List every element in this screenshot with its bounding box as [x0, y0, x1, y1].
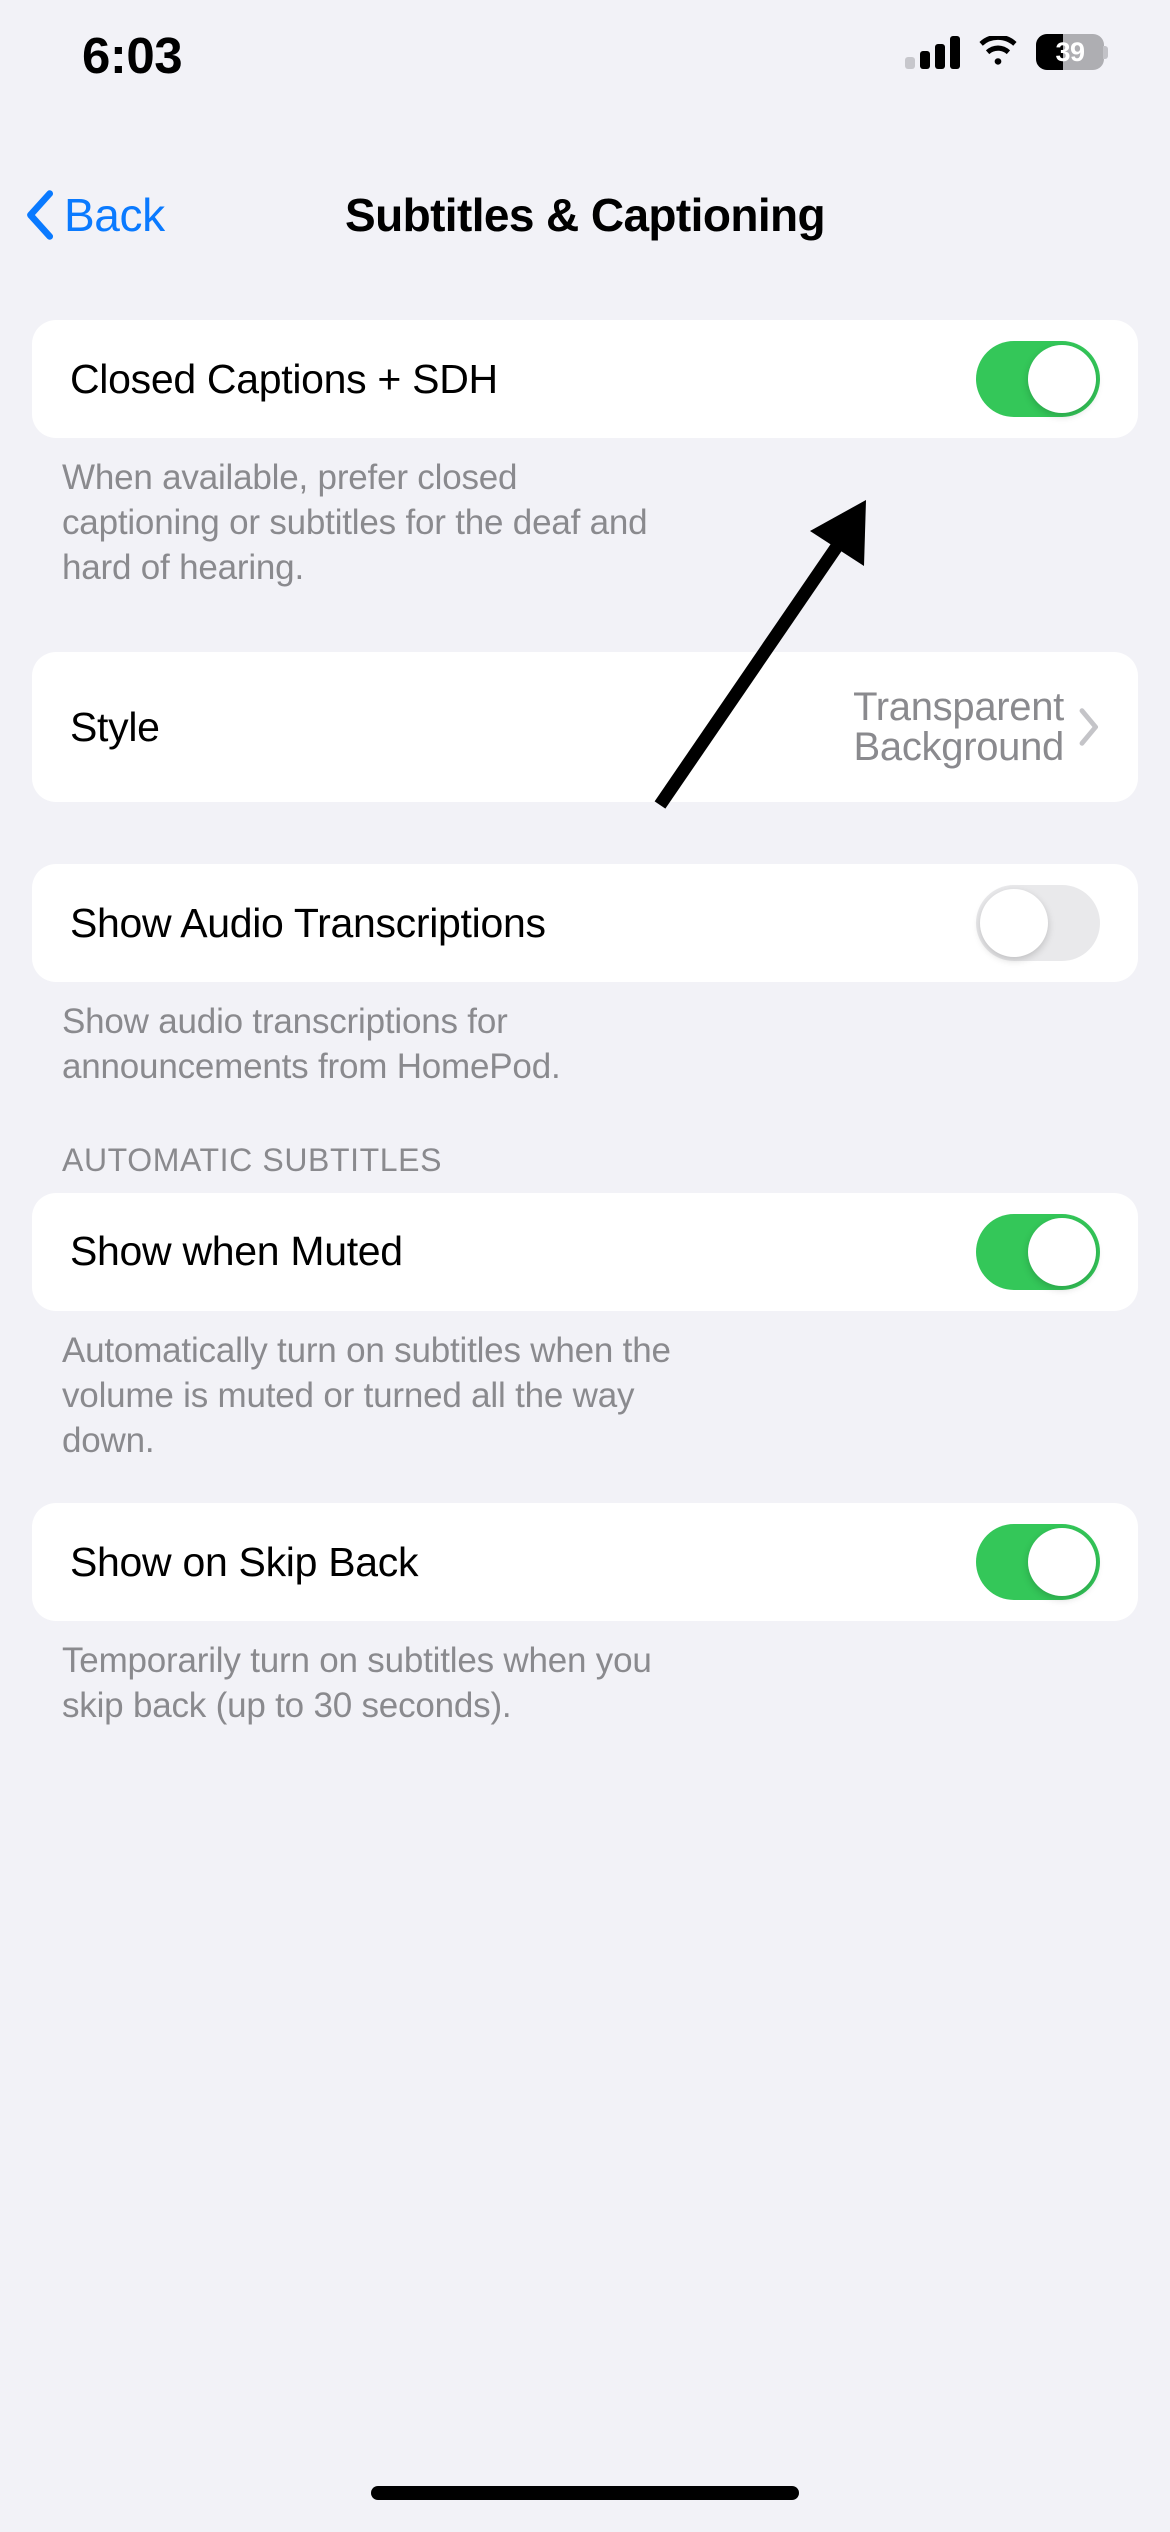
row-show-when-muted[interactable]: Show when Muted — [32, 1193, 1138, 1311]
home-indicator — [371, 2486, 799, 2500]
chevron-left-icon — [27, 190, 54, 240]
toggle-show-when-muted[interactable] — [976, 1213, 1100, 1290]
row-style[interactable]: Style Transparent Background — [32, 652, 1138, 802]
toggle-show-audio-transcriptions[interactable] — [976, 885, 1100, 962]
row-closed-captions-sdh[interactable]: Closed Captions + SDH — [32, 320, 1138, 438]
status-bar-indicators: 39 — [905, 34, 1108, 70]
chevron-right-icon — [1079, 708, 1099, 747]
row-label: Show when Muted — [70, 1228, 403, 1275]
page-title: Subtitles & Captioning — [345, 189, 826, 241]
iphone-screen: 6:03 39 Subtitles & Captioning Back Clos… — [0, 0, 1170, 2532]
toggle-knob — [1028, 1217, 1096, 1286]
cellular-bars-icon — [905, 35, 960, 69]
battery-nub — [1103, 46, 1108, 59]
footer-audio-transcriptions: Show audio transcriptions for announceme… — [62, 1002, 561, 1087]
settings-list: Closed Captions + SDH When available, pr… — [0, 320, 1170, 1729]
section-style: Style Transparent Background — [32, 652, 1138, 803]
row-label: Show on Skip Back — [70, 1538, 419, 1585]
footer-show-when-muted: Automatically turn on subtitles when the… — [62, 1330, 671, 1460]
back-button[interactable]: Back — [24, 170, 165, 260]
wifi-icon — [979, 36, 1017, 65]
battery-icon: 39 — [1036, 34, 1108, 70]
toggle-knob — [1028, 345, 1096, 413]
footer-show-on-skip-back: Temporarily turn on subtitles when you s… — [62, 1641, 652, 1726]
back-button-label: Back — [64, 189, 165, 241]
status-bar: 6:03 39 — [0, 0, 1170, 95]
section-header-automatic-subtitles: AUTOMATIC SUBTITLES — [62, 1141, 443, 1178]
navigation-bar: Subtitles & Captioning Back — [0, 170, 1170, 260]
toggle-closed-captions-sdh[interactable] — [976, 341, 1100, 417]
section-closed-captions: Closed Captions + SDH — [32, 320, 1138, 438]
section-show-on-skip-back: Show on Skip Back — [32, 1503, 1138, 1622]
toggle-knob — [1028, 1528, 1096, 1597]
row-label: Style — [70, 703, 160, 750]
section-show-when-muted: Show when Muted — [32, 1192, 1138, 1311]
row-value-group: Transparent Background — [734, 684, 1100, 770]
section-audio-transcriptions: Show Audio Transcriptions — [32, 864, 1138, 983]
row-show-audio-transcriptions[interactable]: Show Audio Transcriptions — [32, 864, 1138, 982]
battery-percent-label: 39 — [1055, 36, 1085, 67]
toggle-show-on-skip-back[interactable] — [976, 1524, 1100, 1601]
row-value-style: Transparent Background — [853, 684, 1064, 770]
toggle-knob — [980, 889, 1048, 958]
status-bar-time: 6:03 — [82, 27, 183, 84]
footer-closed-captions: When available, prefer closed captioning… — [62, 458, 648, 587]
row-label: Closed Captions + SDH — [70, 355, 498, 402]
row-show-on-skip-back[interactable]: Show on Skip Back — [32, 1503, 1138, 1621]
row-label: Show Audio Transcriptions — [70, 899, 546, 946]
